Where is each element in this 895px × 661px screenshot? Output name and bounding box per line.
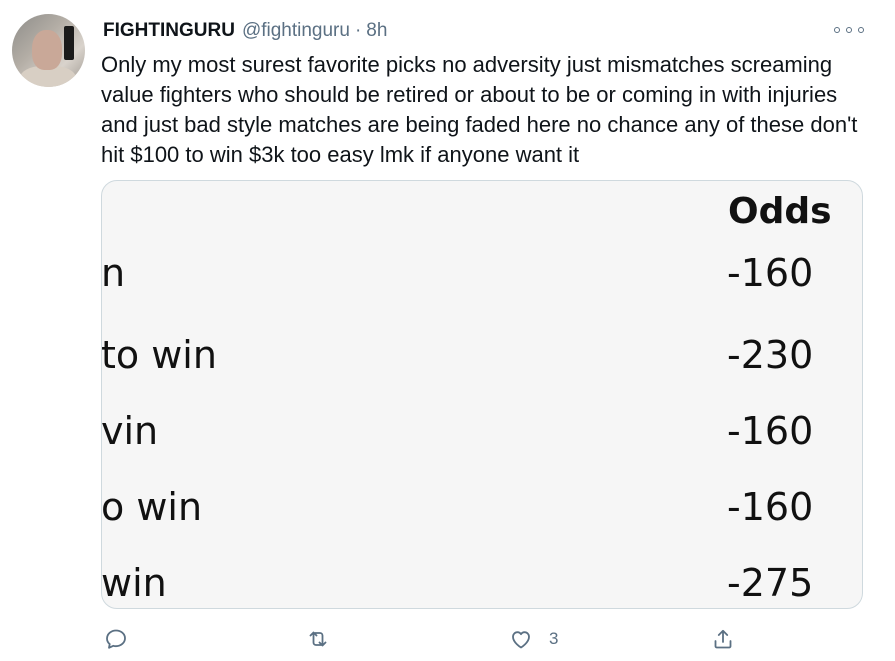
odds-row: n -160 — [102, 251, 862, 301]
bet-label: n — [101, 251, 126, 295]
heart-icon — [512, 631, 530, 649]
odds-value: -160 — [727, 485, 814, 529]
bet-label: to win — [101, 333, 217, 377]
odds-value: -275 — [727, 561, 814, 605]
bet-label: o win — [101, 485, 203, 529]
user-handle[interactable]: @fightinguru — [242, 20, 350, 42]
odds-row: vin -160 — [102, 409, 862, 459]
avatar[interactable] — [12, 14, 85, 87]
tweet-image[interactable]: Odds n -160 to win -230 vin -160 o win -… — [101, 180, 863, 609]
more-dot-icon — [858, 27, 864, 33]
share-icon — [714, 629, 732, 649]
retweet-button[interactable] — [306, 622, 330, 656]
more-options-button[interactable] — [834, 22, 864, 38]
reply-icon — [106, 629, 126, 649]
odds-value: -160 — [727, 251, 814, 295]
tweet-header: FIGHTINGURU @fightinguru · 8h — [103, 18, 387, 44]
tweet[interactable]: FIGHTINGURU @fightinguru · 8h Only my mo… — [0, 0, 895, 661]
odds-row: win -275 — [101, 561, 862, 608]
retweet-icon — [309, 631, 327, 647]
bet-label: vin — [101, 409, 159, 453]
separator-dot: · — [354, 20, 362, 41]
like-button[interactable]: 3 — [509, 622, 558, 656]
share-button[interactable] — [711, 622, 735, 656]
avatar-face-shape — [32, 30, 62, 70]
display-name[interactable]: FIGHTINGURU — [103, 20, 235, 42]
more-dot-icon — [834, 27, 840, 33]
avatar-phone-shape — [64, 26, 74, 60]
tweet-actions: 3 — [0, 622, 895, 656]
odds-row: o win -160 — [102, 485, 862, 535]
odds-row: to win -230 — [102, 333, 862, 383]
like-count: 3 — [549, 629, 559, 648]
odds-value: -230 — [727, 333, 814, 377]
odds-value: -160 — [727, 409, 814, 453]
reply-button[interactable] — [104, 622, 128, 656]
odds-header: Odds — [728, 191, 832, 232]
bet-label: win — [101, 561, 167, 605]
tweet-timestamp[interactable]: 8h — [366, 20, 387, 42]
more-dot-icon — [846, 27, 852, 33]
tweet-text: Only my most surest favorite picks no ad… — [101, 52, 858, 167]
